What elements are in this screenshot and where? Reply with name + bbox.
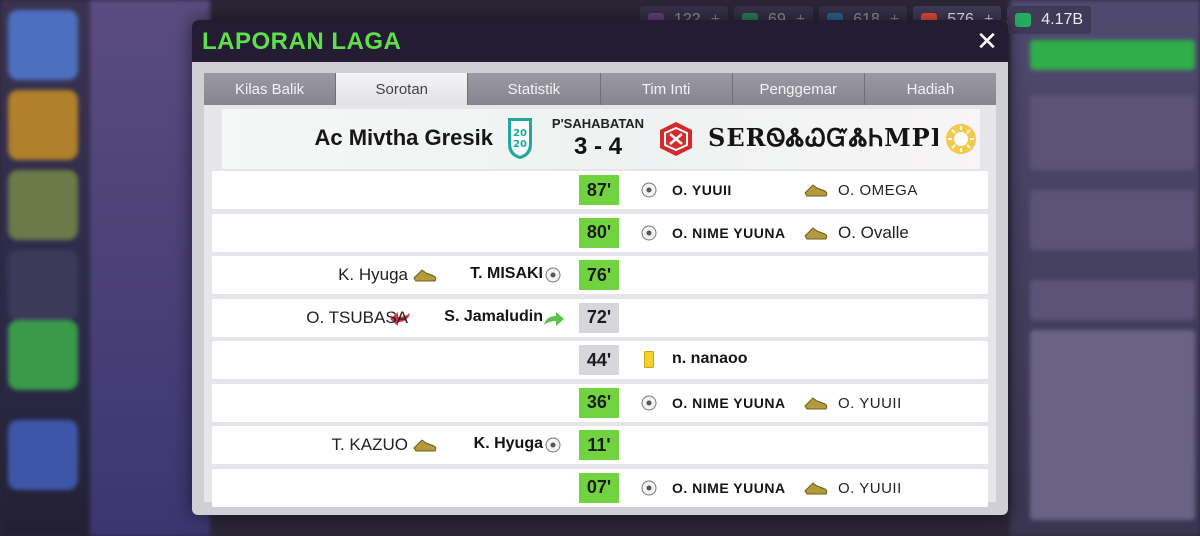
event-scorer: O. NIME YUUNA — [672, 394, 786, 411]
assist-boot-icon — [804, 226, 828, 239]
event-scorer: O. NIME YUUNA — [672, 224, 786, 241]
ball-icon — [545, 437, 561, 453]
event-minute: 87' — [579, 175, 619, 205]
background-nav-tile — [8, 170, 78, 240]
close-button[interactable]: ✕ — [970, 24, 1004, 58]
tab-tim-inti[interactable]: Tim Inti — [600, 73, 733, 105]
event-scorer: K. Hyuga — [473, 435, 543, 452]
away-team-name: SERᏫᏜᏇᏳᏜᏂMPE… — [708, 123, 938, 152]
event-assist: O. YUUII — [838, 394, 902, 412]
resource-value: 4.17B — [1041, 11, 1084, 28]
highlights-panel: Ac Mivtha Gresik 20 20 P'SAHABATAN 3 - 4… — [204, 105, 996, 507]
match-score: 3 - 4 — [573, 133, 623, 160]
match-type-label: P'SAHABATAN — [551, 116, 645, 131]
money-icon — [1015, 13, 1032, 27]
event-row: 36' O. NIME YUUNA O. YUUII — [212, 383, 988, 422]
background-button — [1030, 40, 1195, 70]
ball-icon — [641, 480, 657, 495]
resource-money[interactable]: 4.17B — [1007, 6, 1092, 34]
event-row: 44' n. nanaoo — [212, 341, 988, 379]
event-assist: O. Ovalle — [838, 222, 909, 242]
home-team-badge-icon: 20 20 — [508, 118, 532, 159]
modal-title: LAPORAN LAGA — [202, 28, 402, 55]
background-left-nav — [0, 0, 90, 536]
event-row: 72' S. Jamaludin O. TSUBASA — [212, 298, 988, 337]
yellow-card-icon — [644, 351, 654, 368]
sub-in-arrow-icon — [544, 311, 564, 326]
home-team-name: Ac Mivtha Gresik — [314, 125, 493, 150]
event-scorer: O. YUUII — [672, 182, 732, 198]
background-card — [1030, 95, 1195, 170]
background-nav-tile — [8, 90, 78, 160]
background-nav-tile — [8, 10, 78, 80]
tab-statistik[interactable]: Statistik — [468, 73, 601, 105]
event-row: 76' T. MISAKI K. Hyuga — [212, 256, 988, 294]
ball-icon — [545, 267, 561, 283]
event-minute: 80' — [579, 217, 619, 248]
background-card — [1030, 280, 1195, 320]
event-assist: O. YUUII — [838, 479, 902, 497]
ball-icon — [641, 395, 657, 410]
event-player-out: O. TSUBASA — [306, 307, 408, 327]
event-assist: O. OMEGA — [838, 182, 918, 199]
assist-boot-icon — [804, 396, 828, 409]
event-minute: 07' — [579, 472, 619, 503]
assist-boot-icon — [413, 439, 437, 452]
assist-boot-icon — [804, 184, 828, 197]
event-row: 80' O. NIME YUUNA O. Ovalle — [212, 213, 988, 252]
background-nav-tile — [8, 320, 78, 390]
event-minute: 72' — [579, 302, 619, 333]
event-list: 87' O. YUUII O. OMEGA 80' O. NIME YUUNA … — [212, 171, 988, 507]
event-row: 11' K. Hyuga T. KAZUO — [212, 426, 988, 464]
svg-text:20: 20 — [513, 139, 527, 150]
event-row: 07' O. NIME YUUNA O. YUUII — [212, 468, 988, 507]
ball-icon — [641, 225, 657, 240]
tab-hadiah[interactable]: Hadiah — [864, 73, 997, 105]
away-team-badge-icon — [660, 122, 692, 156]
event-minute: 11' — [579, 430, 619, 460]
event-minute: 44' — [579, 345, 619, 375]
background-nav-tile — [8, 420, 78, 490]
event-assist: T. KAZUO — [331, 435, 408, 454]
event-minute: 76' — [579, 260, 619, 290]
event-scorer: O. NIME YUUNA — [672, 479, 786, 496]
tab-sorotan[interactable]: Sorotan — [336, 73, 469, 105]
event-player: n. nanaoo — [672, 350, 748, 367]
event-scorer: T. MISAKI — [470, 265, 543, 282]
background-card — [1030, 330, 1195, 520]
ball-icon — [641, 182, 657, 198]
tab-bar: Kilas Balik Sorotan Statistik Tim Inti P… — [204, 73, 997, 105]
event-row: 87' O. YUUII O. OMEGA — [212, 171, 988, 209]
match-report-modal: LAPORAN LAGA ✕ Kilas Balik Sorotan Stati… — [192, 20, 1008, 515]
tab-penggemar[interactable]: Penggemar — [732, 73, 865, 105]
event-player-in: S. Jamaludin — [444, 307, 543, 325]
tab-kilas-balik[interactable]: Kilas Balik — [204, 73, 337, 105]
assist-boot-icon — [413, 269, 437, 282]
svg-text:20: 20 — [513, 128, 527, 139]
event-minute: 36' — [579, 387, 619, 418]
assist-boot-icon — [804, 481, 828, 494]
background-nav-tile — [8, 250, 78, 320]
event-assist: K. Hyuga — [338, 265, 408, 284]
modal-header: LAPORAN LAGA ✕ — [192, 20, 1008, 62]
background-card — [1030, 190, 1195, 250]
weather-sun-icon — [946, 124, 976, 154]
match-header: Ac Mivtha Gresik 20 20 P'SAHABATAN 3 - 4… — [222, 109, 980, 169]
